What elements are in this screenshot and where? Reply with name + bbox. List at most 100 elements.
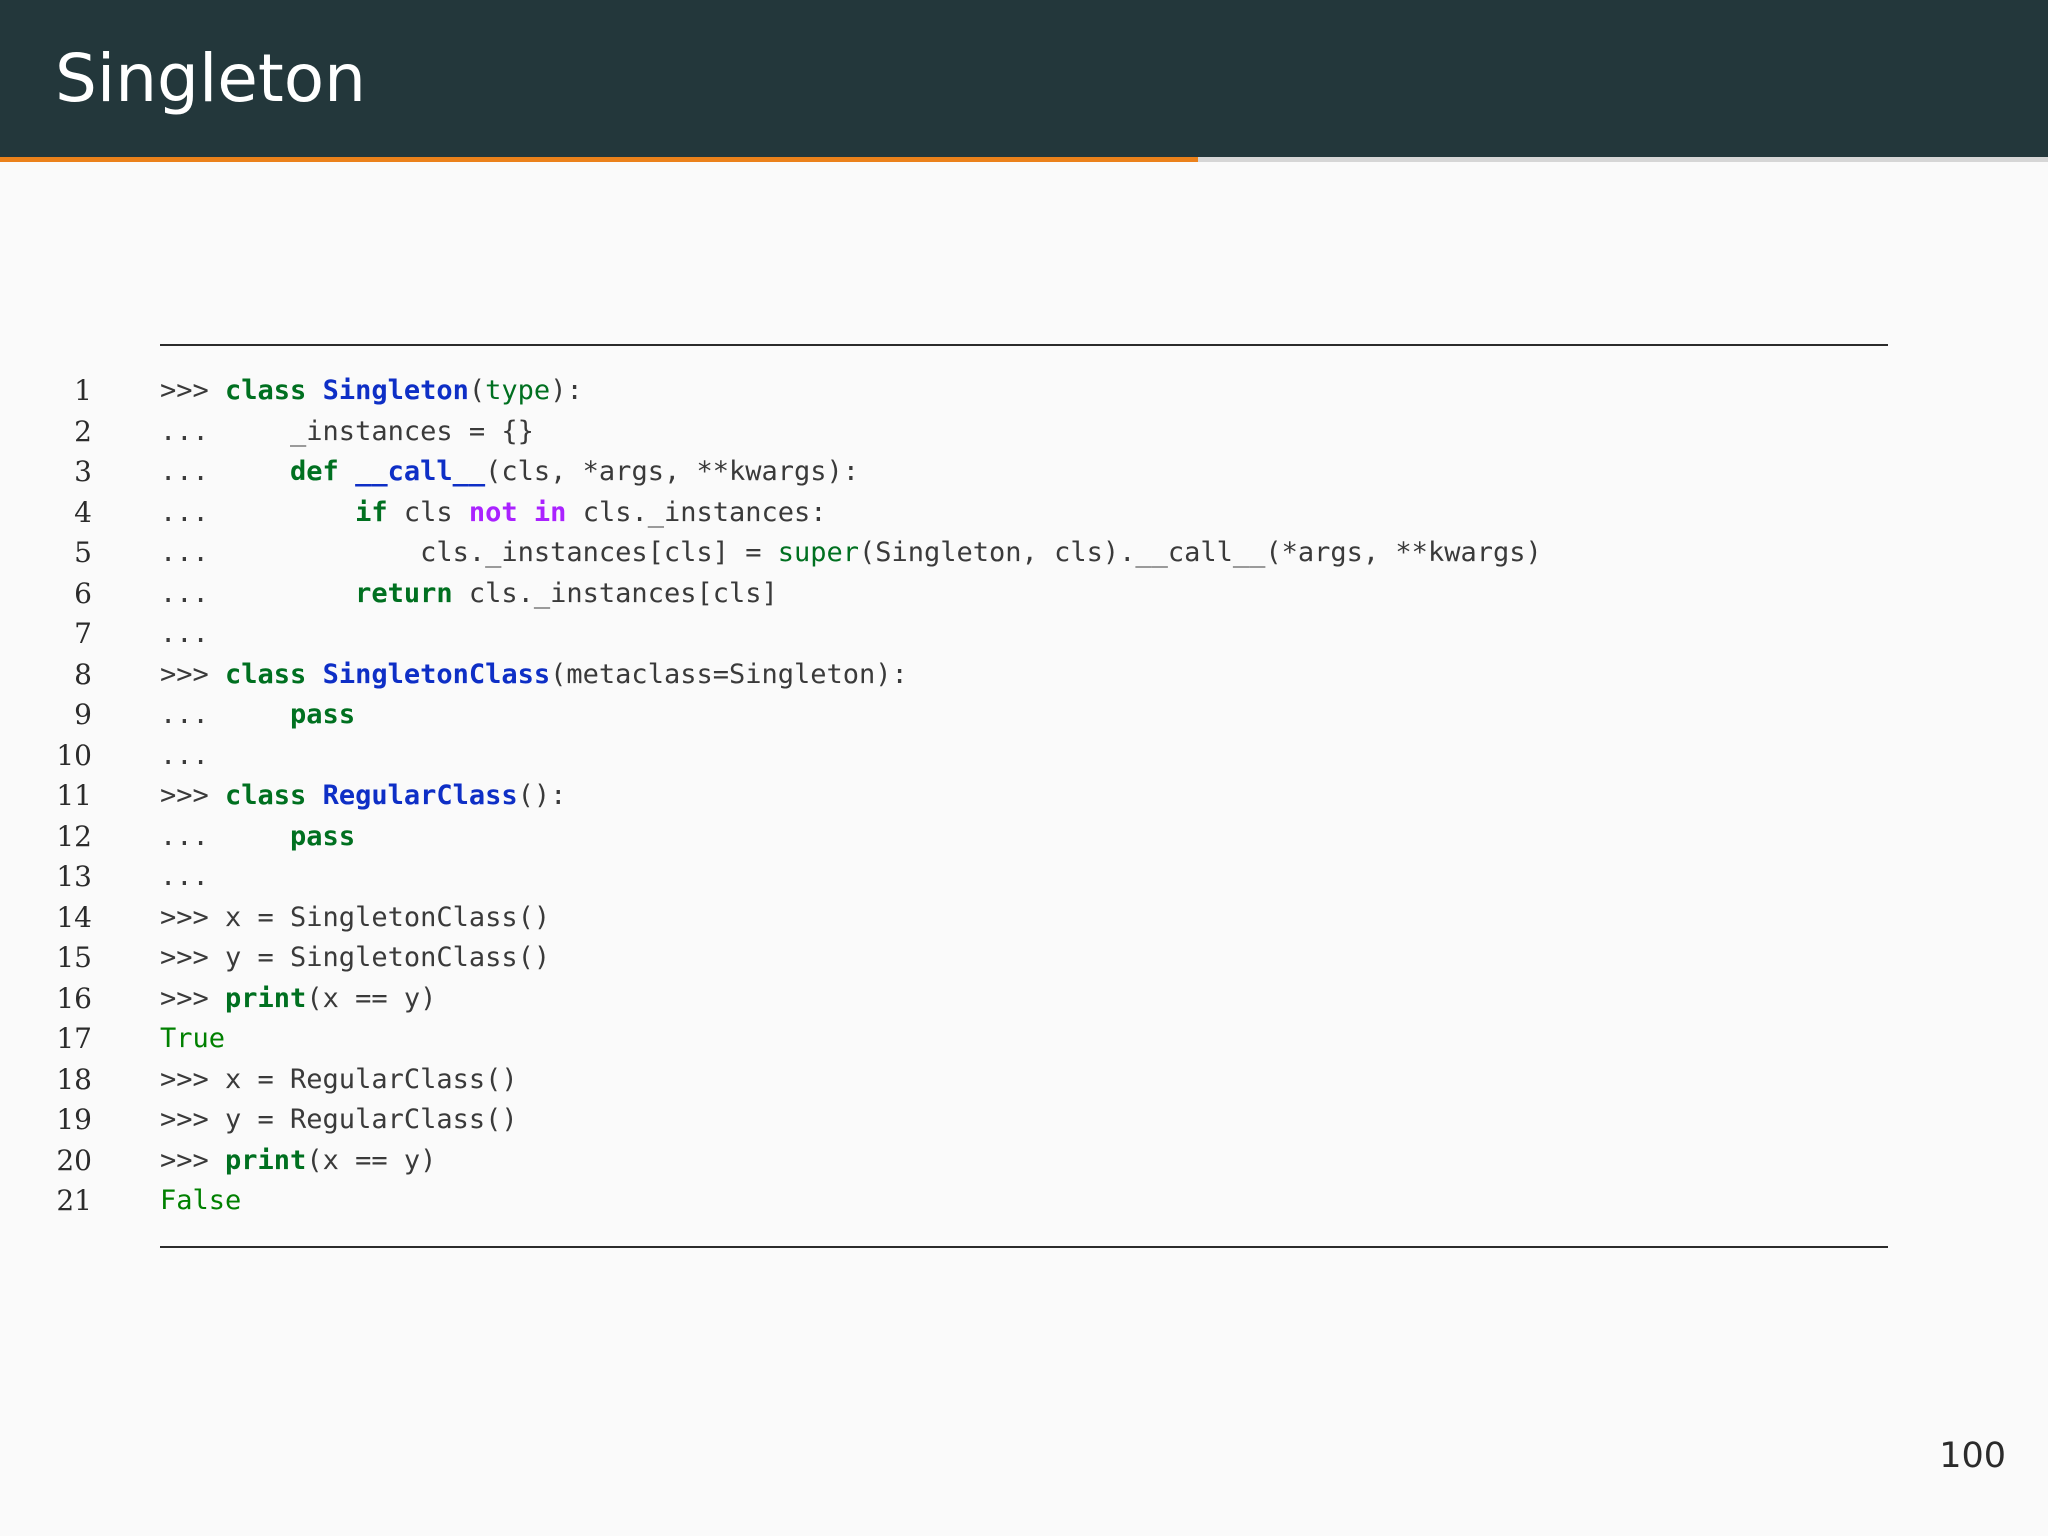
code-token: if — [355, 496, 388, 528]
code-token: ... — [160, 456, 291, 487]
line-number: 7 — [74, 617, 92, 650]
code-token: ... — [160, 820, 291, 852]
slide-title: Singleton — [55, 40, 366, 117]
code-token: not — [468, 496, 518, 528]
line-number: 3 — [74, 455, 92, 488]
code-token: (metaclass=Singleton): — [550, 658, 908, 690]
code-text: >>> y = SingletonClass() — [160, 938, 550, 979]
line-number: 10 — [56, 738, 92, 772]
code-token: False — [160, 1185, 242, 1216]
line-number: 4 — [74, 495, 92, 529]
code-line: 11 >>> class RegularClass(): — [0, 776, 2048, 817]
code-token: class — [225, 375, 307, 406]
code-text: ... def __call__(cls, *args, **kwargs): — [160, 452, 859, 493]
code-token: cls — [387, 496, 469, 528]
code-top-rule — [160, 344, 1888, 346]
line-number: 19 — [56, 1103, 92, 1136]
code-token: ... cls._instances[cls] = — [160, 537, 778, 568]
code-text: >>> print(x == y) — [160, 1141, 436, 1182]
code-line: 1 >>> class Singleton(type): — [0, 371, 2048, 412]
code-line: 6 ... return cls._instances[cls] — [0, 574, 2048, 615]
code-token: type — [485, 375, 551, 406]
code-line: 19 >>> y = RegularClass() — [0, 1100, 2048, 1141]
code-token: >>> x = SingletonClass() — [160, 901, 551, 933]
code-token: >>> — [160, 982, 226, 1014]
code-line: 13... — [0, 857, 2048, 898]
code-line: 18 >>> x = RegularClass() — [0, 1060, 2048, 1101]
code-token: print — [225, 982, 307, 1014]
code-token: >>> x = RegularClass() — [160, 1063, 518, 1095]
line-number: 16 — [56, 981, 92, 1015]
code-text: ... _instances = {} — [160, 412, 534, 453]
line-number: 20 — [56, 1143, 92, 1177]
line-number: 15 — [56, 941, 92, 974]
code-token: RegularClass — [322, 780, 518, 811]
code-token: (): — [517, 780, 567, 811]
code-line: 8 >>> class SingletonClass(metaclass=Sing… — [0, 655, 2048, 696]
line-number: 2 — [74, 414, 92, 448]
code-text: >>> class RegularClass(): — [160, 776, 566, 817]
line-number: 1 — [74, 374, 92, 407]
code-text: ... — [160, 614, 209, 655]
code-token: cls._instances[cls] — [452, 577, 778, 609]
progress-bar-fill — [0, 157, 1199, 162]
line-number: 12 — [56, 819, 92, 853]
code-token: >>> — [160, 375, 226, 406]
line-number: 6 — [74, 576, 92, 610]
line-number: 14 — [56, 900, 92, 934]
code-token: super — [777, 537, 859, 568]
code-line: 5 ... cls._instances[cls] = super(Singlet… — [0, 533, 2048, 574]
line-number: 5 — [74, 536, 92, 569]
code-text: ... if cls not in cls._instances: — [160, 493, 827, 534]
code-listing: 1 >>> class Singleton(type): 2 ... _instanc… — [0, 371, 2048, 1222]
code-token: (x == y) — [306, 1144, 437, 1176]
code-token: ): — [550, 375, 583, 406]
code-token: ( — [468, 375, 486, 406]
code-token: (Singleton, cls).__call__(*args, **kwarg… — [859, 537, 1542, 568]
line-number: 21 — [56, 1184, 92, 1217]
code-token: Singleton — [322, 375, 469, 406]
code-token: cls._instances: — [566, 496, 827, 528]
code-token: SingletonClass — [322, 658, 551, 690]
page-number: 100 — [1939, 1436, 2006, 1476]
code-token: ... — [160, 739, 209, 771]
code-token: >>> — [160, 1144, 226, 1176]
code-line: 17 True — [0, 1019, 2048, 1060]
code-text: ... return cls._instances[cls] — [160, 574, 778, 615]
line-number: 17 — [56, 1022, 92, 1055]
code-token: print — [225, 1144, 307, 1176]
code-token: class — [225, 780, 307, 811]
code-line: 2 ... _instances = {} — [0, 412, 2048, 453]
code-text: ... — [160, 736, 209, 777]
code-token: >>> — [160, 658, 226, 690]
code-token: True — [160, 1023, 226, 1054]
code-line: 9... pass — [0, 695, 2048, 736]
line-number: 11 — [56, 779, 92, 812]
code-token: ... — [160, 577, 356, 609]
code-text: ... cls._instances[cls] = super(Singleto… — [160, 533, 1542, 574]
code-token: class — [225, 658, 307, 690]
code-text: ... — [160, 857, 209, 898]
code-token: in — [533, 496, 567, 528]
code-text: ... pass — [160, 695, 355, 736]
code-token: >>> y = RegularClass() — [160, 1104, 518, 1135]
code-token: ... _instances = {} — [160, 415, 534, 447]
code-line: 10... — [0, 736, 2048, 777]
code-line: 3 ... def __call__(cls, *args, **kwargs): — [0, 452, 2048, 493]
code-token: ... — [160, 861, 209, 892]
code-token: (x == y) — [306, 982, 437, 1014]
code-line: 4... if cls not in cls._instances: — [0, 493, 2048, 534]
code-text: >>> class Singleton(type): — [160, 371, 583, 412]
code-token: pass — [290, 699, 356, 730]
code-line: 15 >>> y = SingletonClass() — [0, 938, 2048, 979]
code-token: ... — [160, 496, 356, 528]
code-text: >>> x = RegularClass() — [160, 1060, 518, 1101]
code-line: 16 >>> print(x == y) — [0, 979, 2048, 1020]
code-token: ... — [160, 618, 209, 649]
code-text: >>> y = RegularClass() — [160, 1100, 518, 1141]
